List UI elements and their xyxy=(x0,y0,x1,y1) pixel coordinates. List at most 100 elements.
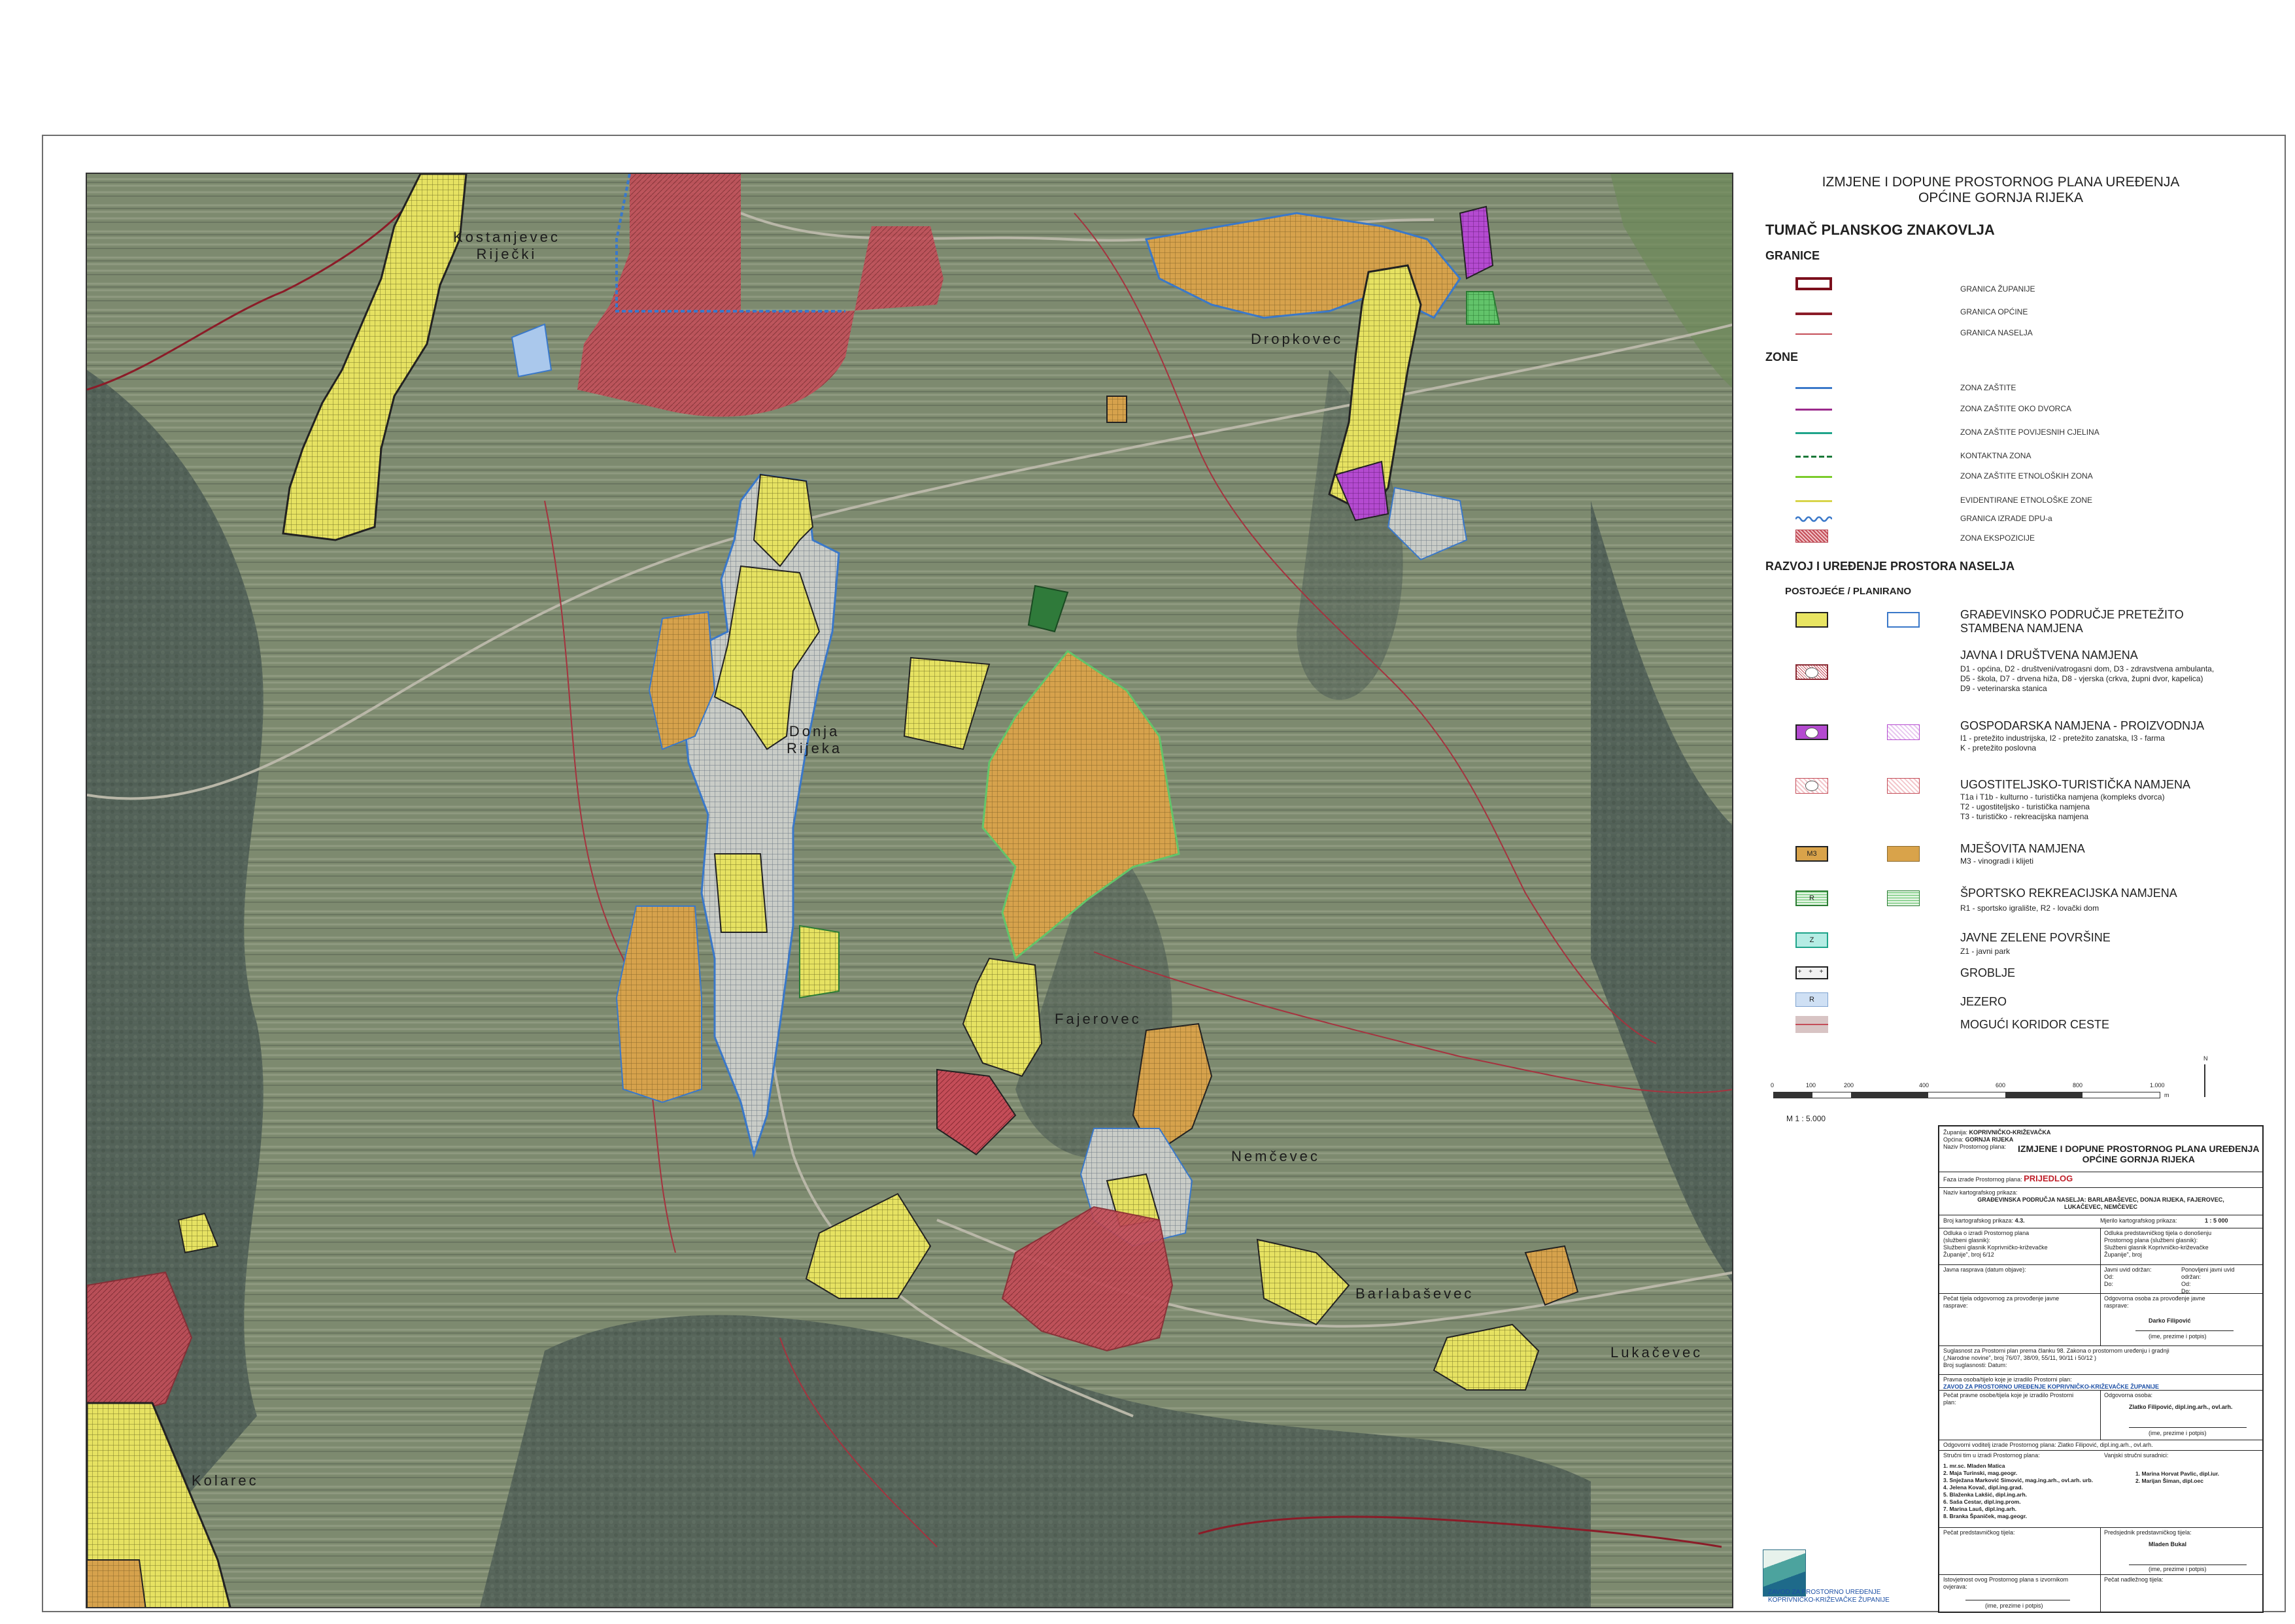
stambena-label: GRAĐEVINSKO PODRUČJE PRETEŽITO STAMBENA … xyxy=(1960,608,2184,635)
tb-signature-line-2 xyxy=(2129,1427,2247,1428)
sportska-desc: R1 - sportsko igralište, R2 - lovački do… xyxy=(1960,904,2100,913)
evidentirane-zone-label: EVIDENTIRANE ETNOLOŠKE ZONE xyxy=(1960,496,2093,505)
tb-row-suglasnost: Suglasnost za Prostorni plan prema člank… xyxy=(1939,1346,2262,1375)
zona-dvorca-label: ZONA ZAŠTITE OKO DVORCA xyxy=(1960,404,2072,413)
granica-dpu-label: GRANICA IZRADE DPU-a xyxy=(1960,514,2052,523)
tb-row-header: Županija: KOPRIVNIČKO-KRIŽEVAČKA Općina:… xyxy=(1939,1126,2262,1172)
zona-ekspozicije-symbol xyxy=(1795,530,1828,543)
zona-ekspozicije-label: ZONA EKSPOZICIJE xyxy=(1960,533,2035,543)
scale-tick-200: 200 xyxy=(1844,1082,1854,1089)
tb-row-odluke: Odluka o izradi Prostornog plana (službe… xyxy=(1939,1228,2262,1265)
gospodarska-label: GOSPODARSKA NAMJENA - PROIZVODNJA xyxy=(1960,719,2205,732)
tb-javna-rasprava: Javna rasprava (datum objave): xyxy=(1943,1266,2026,1273)
tb-zupanija-label: Županija: xyxy=(1943,1129,1968,1136)
tb-strucni-label: Stručni tim u izradi Prostornog plana: xyxy=(1943,1452,2040,1459)
zona-etnoloskih-symbol xyxy=(1795,476,1832,478)
legend-postojece-planirano: POSTOJEĆE / PLANIRANO xyxy=(1785,586,1912,597)
jezero-label: JEZERO xyxy=(1960,995,2007,1008)
tb-ime-potpis-3: (ime, prezime i potpis) xyxy=(2149,1566,2207,1572)
zelene-existing-swatch: Z xyxy=(1795,932,1828,948)
tb-ime-potpis-4: (ime, prezime i potpis) xyxy=(1985,1602,2043,1609)
tb-row-predsjednik: Pečat predstavničkog tijela: Predsjednik… xyxy=(1939,1528,2262,1575)
tb-javni-uvid: Javni uvid održan: Od: Do: xyxy=(2104,1266,2152,1287)
tb-strucni-tim: 1. mr.sc. Mladen Matica 2. Maja Turinski… xyxy=(1943,1463,2094,1519)
tb-signature-line-1 xyxy=(2135,1330,2234,1331)
tb-broj-label: Broj kartografskog prikaza: xyxy=(1943,1217,2014,1224)
north-label: N xyxy=(2203,1055,2208,1062)
tb-odgovorna-rasprava: Odgovorna osoba za provođenje javne rasp… xyxy=(2104,1295,2205,1309)
title-block: Županija: KOPRIVNIČKO-KRIŽEVAČKA Općina:… xyxy=(1938,1125,2264,1613)
tb-faza: PRIJEDLOG xyxy=(2024,1174,2073,1183)
tb-pecat-predstavnickog: Pečat predstavničkog tijela: xyxy=(1943,1529,2015,1536)
groblje-cross-icon: + + + xyxy=(1797,968,1826,975)
scale-tick-400: 400 xyxy=(1919,1082,1930,1089)
map-canvas[interactable]: Kostanjevec Riječki Dropkovec Donja Rije… xyxy=(86,173,1733,1608)
zelene-desc: Z1 - javni park xyxy=(1960,947,2011,956)
tb-row-pecat-pravne: Pečat pravne osobe/tijela koje je izradi… xyxy=(1939,1391,2262,1440)
zavod-logo-text: ZAVOD ZA PROSTORNO UREĐENJE KOPRIVNIČKO-… xyxy=(1768,1589,1890,1604)
tb-divider xyxy=(2100,1228,2101,1265)
tb-odgovorna-ime-1: Darko Filipović xyxy=(2149,1317,2191,1324)
tb-row-pecat-rasprave: Pečat tijela odgovornog za provođenje ja… xyxy=(1939,1294,2262,1346)
tb-ime-potpis-1: (ime, prezime i potpis) xyxy=(2149,1333,2207,1340)
scale-tick-1000: 1.000 xyxy=(2150,1082,2165,1089)
zona-povijesnih-label: ZONA ZAŠTITE POVIJESNIH CJELINA xyxy=(1960,428,2100,437)
tb-divider-3 xyxy=(2100,1294,2101,1346)
place-label-dropkovec: Dropkovec xyxy=(1251,331,1344,347)
ugostiteljska-label: UGOSTITELJSKO-TURISTIČKA NAMJENA xyxy=(1960,778,2191,791)
mjesovita-symbol: M3 xyxy=(1807,850,1817,858)
tb-row-izradivac: Pravna osoba/tijelo koje je izradilo Pro… xyxy=(1939,1375,2262,1391)
map-imagery xyxy=(87,174,1732,1607)
granica-zupanije-label: GRANICA ŽUPANIJE xyxy=(1960,284,2035,294)
sportska-label: ŠPORTSKO REKREACIJSKA NAMJENA xyxy=(1960,887,2177,900)
stambena-existing-swatch xyxy=(1795,612,1828,628)
tb-row-istovjetnost: Istovjetnost ovog Prostornog plana s izv… xyxy=(1939,1575,2262,1612)
ugostiteljska-symbol-circle xyxy=(1805,781,1818,791)
groblje-swatch: + + + xyxy=(1795,966,1828,979)
scale-unit: m xyxy=(2164,1092,2169,1098)
scale-tick-100: 100 xyxy=(1806,1082,1816,1089)
scale-bar xyxy=(1773,1092,2160,1098)
gospodarska-existing-swatch xyxy=(1795,724,1828,740)
tb-izradivac-label: Pravna osoba/tijelo koje je izradilo Pro… xyxy=(1943,1376,2072,1383)
tb-predsjednik: Mladen Bukal xyxy=(2149,1541,2187,1548)
tb-odluka-donosenje: Odluka predstavničkog tijela o donošenju… xyxy=(2104,1230,2212,1258)
koridor-label: MOGUĆI KORIDOR CESTE xyxy=(1960,1018,2110,1031)
tb-opcina-label: Općina: xyxy=(1943,1136,1964,1143)
tb-pecat-tijela: Pečat tijela odgovornog za provođenje ja… xyxy=(1943,1295,2060,1309)
mjesovita-planned-swatch xyxy=(1887,846,1920,862)
zona-zastite-label: ZONA ZAŠTITE xyxy=(1960,383,2016,392)
tb-prikaz-label: Naziv kartografskog prikaza: xyxy=(1943,1189,2018,1196)
mjesovita-desc: M3 - vinogradi i klijeti xyxy=(1960,856,2034,866)
tb-row-faza: Faza izrade Prostornog plana: PRIJEDLOG xyxy=(1939,1172,2262,1188)
javna-label: JAVNA I DRUŠTVENA NAMJENA xyxy=(1960,649,2138,662)
legend-zone-heading: ZONE xyxy=(1765,350,1799,364)
koridor-line xyxy=(1795,1024,1828,1025)
javna-desc: D1 - općina, D2 - društveni/vatrogasni d… xyxy=(1960,664,2215,693)
scale-tick-800: 800 xyxy=(2073,1082,2083,1089)
tb-divider-5 xyxy=(2100,1528,2101,1575)
legend-plan-title-1: IZMJENE I DOPUNE PROSTORNOG PLANA UREĐEN… xyxy=(1822,175,2180,190)
zona-etnoloskih-label: ZONA ZAŠTITE ETNOLOŠKIH ZONA xyxy=(1960,471,2093,481)
zona-dvorca-symbol xyxy=(1795,409,1832,411)
zona-zastite-symbol xyxy=(1795,387,1832,389)
tb-odgovorna-label: Odgovorna osoba: xyxy=(2104,1392,2153,1398)
granica-opcine-label: GRANICA OPĆINE xyxy=(1960,307,2028,316)
tb-row-broj: Broj kartografskog prikaza: 4.3. Mjerilo… xyxy=(1939,1215,2262,1228)
tb-row-koordinator: Odgovorni voditelj izrade Prostornog pla… xyxy=(1939,1440,2262,1451)
tb-mjerilo-label: Mjerilo kartografskog prikaza: xyxy=(2100,1217,2177,1224)
scale-text: M 1 : 5.000 xyxy=(1786,1114,1826,1123)
tb-opcina: GORNJA RIJEKA xyxy=(1965,1136,2014,1143)
mjesovita-existing-swatch: M3 xyxy=(1795,846,1828,862)
place-label-nemcevec: Nemčevec xyxy=(1231,1148,1320,1164)
granica-naselja-label: GRANICA NASELJA xyxy=(1960,328,2033,337)
legend-granice-heading: GRANICE xyxy=(1765,249,1820,262)
legend-plan-title-2: OPĆINE GORNJA RIJEKA xyxy=(1918,190,2084,205)
tb-plan-label: Naziv Prostornog plana: xyxy=(1943,1143,2007,1150)
zelene-label: JAVNE ZELENE POVRŠINE xyxy=(1960,931,2111,944)
granica-dpu-symbol xyxy=(1795,516,1832,522)
tb-faza-label: Faza izrade Prostornog plana: xyxy=(1943,1176,2022,1183)
north-arrow-icon xyxy=(2204,1064,2205,1097)
mjesovita-label: MJEŠOVITA NAMJENA xyxy=(1960,842,2085,855)
place-label-kolarec: Kolarec xyxy=(192,1472,259,1489)
